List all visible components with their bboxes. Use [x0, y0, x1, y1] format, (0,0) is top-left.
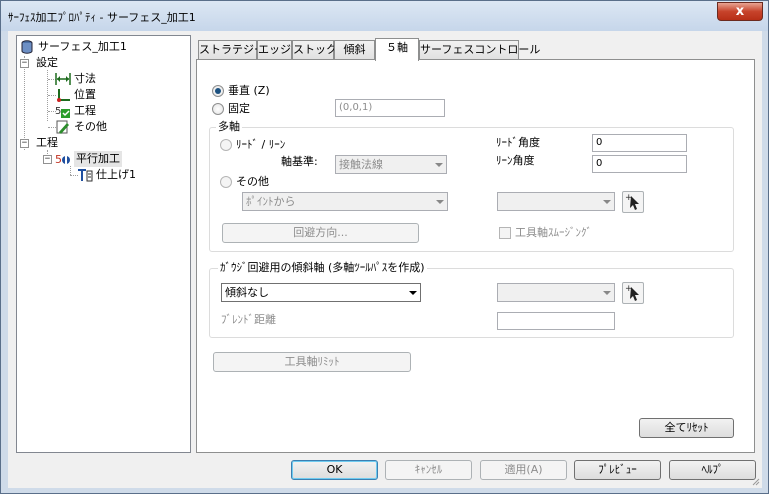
- tree-item-parallel[interactable]: 5 平行加工: [55, 151, 122, 167]
- cylinder-icon: [19, 40, 35, 54]
- axis-reference-select[interactable]: 接触法線: [335, 155, 447, 174]
- chevron-down-icon: [436, 200, 444, 204]
- lead-angle-field[interactable]: 0: [592, 134, 687, 152]
- process-check-icon: 5: [55, 104, 71, 118]
- dimension-icon: [55, 72, 71, 86]
- resize-grip-icon[interactable]: [750, 476, 760, 486]
- tool-axis-smoothing-checkbox[interactable]: [499, 227, 511, 239]
- finish-tool-icon: [77, 168, 93, 182]
- tilt-entity-select[interactable]: [497, 283, 615, 302]
- fixed-vector-field[interactable]: (0,0,1): [335, 99, 445, 117]
- pick-point-button[interactable]: +: [622, 191, 644, 213]
- fixed-label: 固定: [228, 102, 250, 115]
- vertical-z-label: 垂直 (Z): [228, 84, 270, 97]
- tab-surface-control[interactable]: サーフェスコントロール: [419, 40, 540, 60]
- dialog-client: サーフェス_加工1 − 設定 寸法 位置 5 工程 その他 − 工程 − 5 平…: [8, 31, 762, 488]
- lead-lean-label: ﾘｰﾄﾞ / ﾘｰﾝ: [236, 138, 286, 151]
- fixed-radio[interactable]: [212, 103, 224, 115]
- gouge-avoidance-title: ｶﾞｳｼﾞ回避用の傾斜軸 (多軸ﾂｰﾙﾊﾟｽを作成): [218, 261, 427, 275]
- tilt-value: 傾斜なし: [225, 286, 269, 299]
- tab-stock[interactable]: ストック: [292, 40, 337, 60]
- ok-button[interactable]: OK: [291, 460, 378, 480]
- point-from-value: ﾎﾟｲﾝﾄから: [246, 195, 296, 208]
- blend-distance-label: ﾌﾞﾚﾝﾄﾞ距離: [221, 313, 276, 326]
- lean-angle-field[interactable]: 0: [592, 155, 687, 173]
- chevron-down-icon: [435, 163, 443, 167]
- help-button[interactable]: ﾍﾙﾌﾟ: [669, 460, 756, 480]
- lean-angle-label: ﾘｰﾝ角度: [496, 154, 535, 167]
- tab-tilt[interactable]: 傾斜: [334, 40, 375, 60]
- reset-all-button[interactable]: 全てﾘｾｯﾄ: [639, 418, 734, 438]
- multi-axis-title: 多軸: [216, 120, 242, 134]
- axis-reference-label: 軸基準:: [281, 155, 318, 168]
- title-bar[interactable]: ｻｰﾌｪｽ加工ﾌﾟﾛﾊﾟﾃｨ - サーフェス_加工1 x: [1, 1, 768, 31]
- pick-cursor-icon: +: [625, 284, 639, 301]
- tree-label-position: 位置: [74, 88, 96, 101]
- tab-strategy[interactable]: ストラテジー: [198, 40, 265, 60]
- cancel-button[interactable]: ｷｬﾝｾﾙ: [385, 460, 472, 480]
- lead-angle-label: ﾘｰﾄﾞ角度: [496, 136, 540, 149]
- note-pencil-icon: [55, 120, 71, 134]
- tree-label-finish: 仕上げ1: [96, 168, 136, 181]
- tree-item-finish[interactable]: 仕上げ1: [77, 167, 136, 183]
- collapse-icon[interactable]: −: [43, 155, 52, 164]
- tree-item-settings[interactable]: 設定: [36, 55, 58, 71]
- avoid-direction-button[interactable]: 回避方向...: [222, 223, 419, 243]
- parallel-machining-icon: 5: [55, 152, 71, 166]
- tree-item-root[interactable]: サーフェス_加工1: [19, 39, 127, 55]
- tree-item-dimensions[interactable]: 寸法: [55, 71, 96, 87]
- tree-item-process-root[interactable]: 工程: [36, 135, 58, 151]
- tilt-select[interactable]: 傾斜なし: [221, 283, 421, 302]
- collapse-icon[interactable]: −: [20, 59, 29, 68]
- tree-label-root: サーフェス_加工1: [38, 40, 127, 53]
- blend-distance-field[interactable]: [497, 312, 615, 330]
- tree-label-process-root: 工程: [36, 136, 58, 149]
- tab-edge[interactable]: エッジ: [257, 40, 292, 60]
- vertical-z-radio[interactable]: [212, 85, 224, 97]
- dialog-window: ｻｰﾌｪｽ加工ﾌﾟﾛﾊﾟﾃｨ - サーフェス_加工1 x サーフェス_加工1 −…: [0, 0, 769, 494]
- chevron-down-icon: [603, 200, 611, 204]
- close-button[interactable]: x: [717, 2, 763, 21]
- pick-cursor-icon: +: [625, 193, 639, 210]
- tree-item-other[interactable]: その他: [55, 119, 107, 135]
- tool-axis-smoothing-label: 工具軸ｽﾑｰｼﾞﾝｸﾞ: [515, 226, 592, 239]
- tree-line: [24, 56, 25, 150]
- point-entity-select[interactable]: [497, 192, 615, 211]
- chevron-down-icon: [409, 291, 417, 295]
- point-from-select[interactable]: ﾎﾟｲﾝﾄから: [242, 192, 448, 211]
- tree-label-process: 工程: [74, 104, 96, 117]
- tree-item-position[interactable]: 位置: [55, 87, 96, 103]
- gouge-avoidance-group: [209, 268, 734, 338]
- tree-item-process[interactable]: 5 工程: [55, 103, 96, 119]
- axis-reference-value: 接触法線: [339, 158, 383, 171]
- svg-text:5: 5: [55, 106, 61, 117]
- tab-5-axis[interactable]: ５軸: [375, 38, 419, 61]
- tree-label-other: その他: [74, 120, 107, 133]
- window-title: ｻｰﾌｪｽ加工ﾌﾟﾛﾊﾟﾃｨ - サーフェス_加工1: [8, 11, 196, 24]
- tool-axis-limit-button[interactable]: 工具軸ﾘﾐｯﾄ: [213, 352, 411, 372]
- svg-text:5: 5: [55, 153, 62, 166]
- tree-label-parallel: 平行加工: [74, 151, 122, 167]
- collapse-icon[interactable]: −: [20, 139, 29, 148]
- tree-line: [70, 166, 71, 175]
- preview-button[interactable]: ﾌﾟﾚﾋﾞｭｰ: [574, 460, 661, 480]
- apply-button[interactable]: 適用(A): [480, 460, 567, 480]
- five-axis-panel: 垂直 (Z) 固定 (0,0,1) 多軸 ﾘｰﾄﾞ / ﾘｰﾝ 軸基準: 接触法…: [196, 59, 755, 453]
- operation-tree[interactable]: サーフェス_加工1 − 設定 寸法 位置 5 工程 その他 − 工程 − 5 平…: [16, 35, 191, 453]
- chevron-down-icon: [603, 291, 611, 295]
- lead-lean-radio[interactable]: [220, 139, 232, 151]
- other-radio[interactable]: [220, 176, 232, 188]
- tree-label-settings: 設定: [36, 56, 58, 69]
- pick-tilt-button[interactable]: +: [622, 282, 644, 304]
- tree-label-dimensions: 寸法: [74, 72, 96, 85]
- other-label: その他: [236, 175, 269, 188]
- position-axes-icon: [55, 88, 71, 102]
